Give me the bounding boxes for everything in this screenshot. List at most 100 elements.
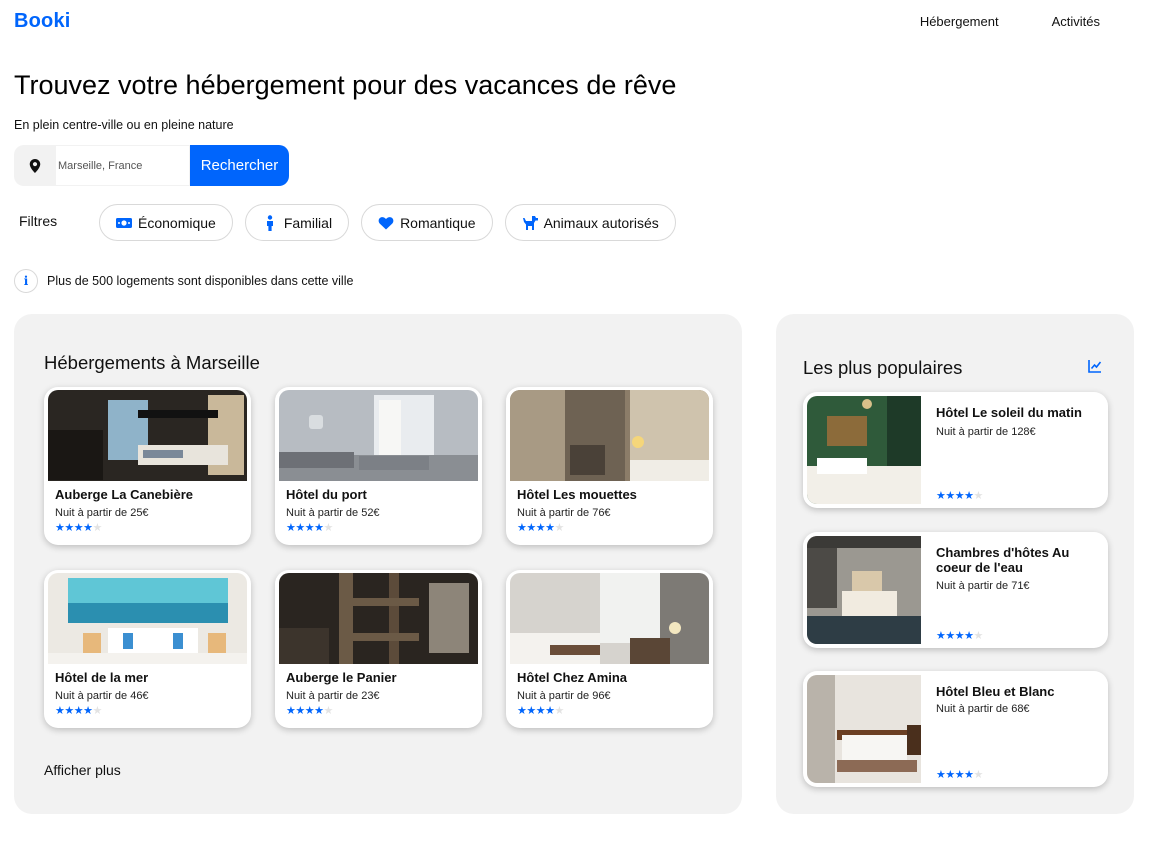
star-filled-icon: ★ [286,705,296,717]
rating-stars: ★ ★ ★ ★ ★ [517,706,564,717]
money-icon [116,217,132,228]
person-icon [266,214,273,231]
star-filled-icon: ★ [517,705,527,717]
star-filled-icon: ★ [73,705,84,717]
listings-panel: Hébergements à Marseille Auberge La Cane… [14,314,742,814]
rating-stars: ★ ★ ★ ★ ★ [517,523,564,534]
rating-stars: ★ ★ ★ ★ ★ [936,631,983,642]
listing-card[interactable]: Auberge le Panier Nuit à partir de 23€ ★… [275,570,482,728]
star-filled-icon: ★ [535,522,546,534]
rating-stars: ★ ★ ★ ★ ★ [55,523,102,534]
star-filled-icon: ★ [55,705,65,717]
star-filled-icon: ★ [304,705,315,717]
star-filled-icon: ★ [295,522,305,534]
popular-card[interactable]: Hôtel Bleu et Blanc Nuit à partir de 68€… [803,671,1108,787]
listing-image [279,390,478,481]
filters-label: Filtres [19,213,58,229]
listing-price: Nuit à partir de 23€ [286,690,380,702]
listing-price: Nuit à partir de 46€ [55,690,149,702]
chart-line-icon [1088,360,1102,373]
info-icon: i [14,269,38,293]
filter-romantique[interactable]: Romantique [361,204,493,241]
page-subtitle: En plein centre-ville ou en pleine natur… [14,118,234,132]
show-more-link[interactable]: Afficher plus [44,762,121,778]
star-filled-icon: ★ [954,769,965,781]
star-filled-icon: ★ [314,522,324,534]
listings-title: Hébergements à Marseille [44,352,260,373]
listing-card[interactable]: Auberge La Canebière Nuit à partir de 25… [44,387,251,545]
star-filled-icon: ★ [286,522,296,534]
filter-familial[interactable]: Familial [244,204,350,241]
star-filled-icon: ★ [954,630,965,642]
listing-name: Auberge La Canebière [55,487,193,502]
listing-name: Auberge le Panier [286,670,397,685]
listing-image [48,390,247,481]
search-button[interactable]: Rechercher [190,145,289,186]
availability-text: Plus de 500 logements sont disponibles d… [47,274,354,288]
booki-logo[interactable]: Booki [14,10,71,33]
filter-label: Animaux autorisés [543,214,659,231]
page-title: Trouvez votre hébergement pour des vacan… [14,70,677,100]
popular-image [807,675,921,783]
listing-name: Hôtel Chez Amina [517,670,628,685]
star-filled-icon: ★ [945,490,955,502]
rating-stars: ★ ★ ★ ★ ★ [286,706,333,717]
star-filled-icon: ★ [64,522,74,534]
popular-title: Les plus populaires [803,357,963,378]
listing-price: Nuit à partir de 96€ [517,690,611,702]
star-filled-icon: ★ [936,490,946,502]
star-filled-icon: ★ [545,522,555,534]
filter-label: Romantique [400,214,476,231]
popular-card[interactable]: Chambres d'hôtes Au coeur de l'eau Nuit … [803,532,1108,648]
star-filled-icon: ★ [314,705,324,717]
rating-stars: ★ ★ ★ ★ ★ [55,706,102,717]
nav-activites-link[interactable]: Activités [1052,14,1100,29]
rating-stars: ★ ★ ★ ★ ★ [936,770,983,781]
star-filled-icon: ★ [964,630,974,642]
star-filled-icon: ★ [517,522,527,534]
listing-card[interactable]: Hôtel Les mouettes Nuit à partir de 76€ … [506,387,713,545]
filter-label: Familial [283,214,333,231]
filters-list: Économique Familial Romantique Animaux a… [99,204,676,241]
popular-panel: Les plus populaires Hôtel Le soleil du m… [776,314,1134,814]
star-filled-icon: ★ [83,705,93,717]
star-filled-icon: ★ [55,522,65,534]
star-empty-icon: ★ [92,705,103,717]
listing-card[interactable]: Hôtel Chez Amina Nuit à partir de 96€ ★ ★… [506,570,713,728]
listing-image [510,573,709,664]
listing-price: Nuit à partir de 25€ [55,507,149,519]
listing-image [510,390,709,481]
search-input[interactable] [56,145,190,186]
filter-label: Économique [138,214,216,231]
star-empty-icon: ★ [973,630,984,642]
filter-animaux-autorises[interactable]: Animaux autorisés [504,204,676,241]
popular-image [807,396,921,504]
popular-price: Nuit à partir de 128€ [936,426,1036,438]
map-pin-icon [14,145,56,186]
availability-info: i Plus de 500 logements sont disponibles… [14,269,353,293]
star-filled-icon: ★ [936,630,946,642]
listing-name: Hôtel du port [286,487,367,502]
star-filled-icon: ★ [545,705,555,717]
listing-card[interactable]: Hôtel de la mer Nuit à partir de 46€ ★ ★ ★… [44,570,251,728]
star-filled-icon: ★ [945,630,955,642]
popular-name: Hôtel Bleu et Blanc [936,684,1055,699]
star-empty-icon: ★ [92,522,103,534]
dog-icon [522,215,538,230]
star-filled-icon: ★ [535,705,546,717]
popular-card[interactable]: Hôtel Le soleil du matin Nuit à partir d… [803,392,1108,508]
star-filled-icon: ★ [964,769,974,781]
star-filled-icon: ★ [936,769,946,781]
star-empty-icon: ★ [973,769,984,781]
nav-hebergement-link[interactable]: Hébergement [920,14,999,29]
listing-image [279,573,478,664]
star-empty-icon: ★ [554,705,565,717]
listing-card[interactable]: Hôtel du port Nuit à partir de 52€ ★ ★ ★ ★ ★ [275,387,482,545]
filter-economique[interactable]: Économique [99,204,233,241]
main-nav: Hébergement Activités [920,14,1100,29]
star-filled-icon: ★ [526,522,536,534]
star-filled-icon: ★ [73,522,84,534]
listing-price: Nuit à partir de 52€ [286,507,380,519]
star-filled-icon: ★ [83,522,93,534]
star-empty-icon: ★ [323,705,334,717]
